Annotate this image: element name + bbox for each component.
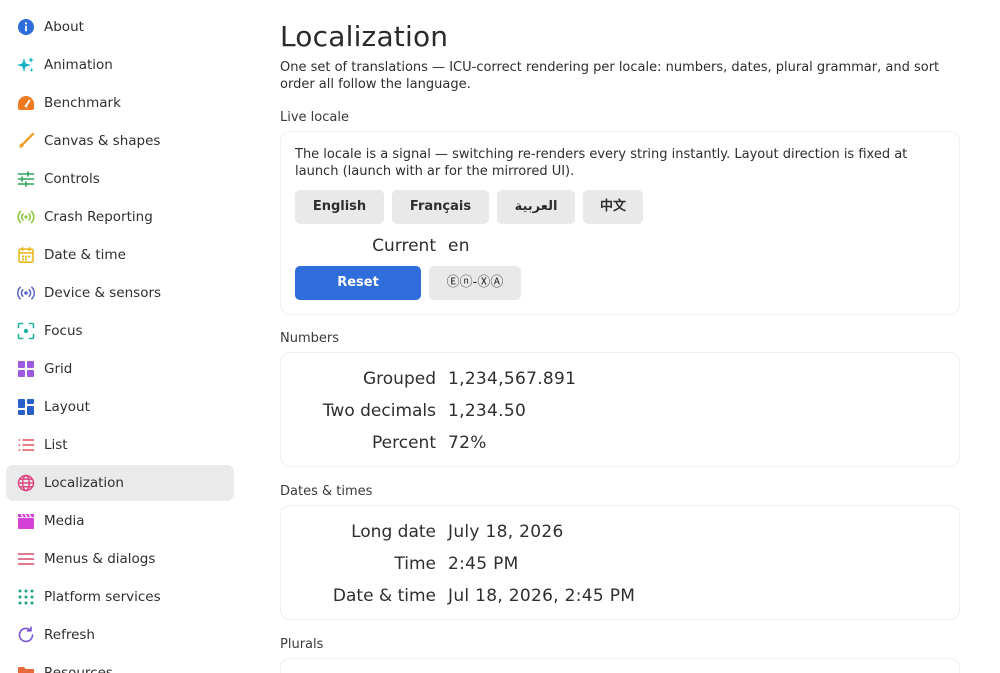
- sparkle-icon: [17, 56, 35, 74]
- plurals-card: [280, 658, 960, 673]
- list-icon: [17, 436, 35, 454]
- sidebar-item-grid[interactable]: Grid: [6, 351, 234, 387]
- focus-icon: [17, 322, 35, 340]
- clapperboard-icon: [17, 512, 35, 530]
- sidebar-item-refresh[interactable]: Refresh: [6, 617, 234, 653]
- sidebar-item-device-sensors[interactable]: Device & sensors: [6, 275, 234, 311]
- sidebar: About Animation Benchmark Canvas & shape…: [0, 0, 240, 673]
- two-decimals-label: Two decimals: [322, 401, 436, 421]
- sidebar-item-label: Focus: [44, 323, 83, 339]
- sidebar-item-label: Layout: [44, 399, 90, 415]
- sidebar-item-media[interactable]: Media: [6, 503, 234, 539]
- sidebar-item-animation[interactable]: Animation: [6, 47, 234, 83]
- sidebar-item-label: Controls: [44, 171, 100, 187]
- layout-icon: [17, 398, 35, 416]
- time-label: Time: [394, 554, 436, 574]
- sidebar-item-benchmark[interactable]: Benchmark: [6, 85, 234, 121]
- sidebar-item-date-time[interactable]: Date & time: [6, 237, 234, 273]
- sidebar-item-label: Device & sensors: [44, 285, 162, 301]
- refresh-icon: [17, 626, 35, 644]
- sidebar-item-label: Localization: [44, 475, 124, 491]
- dots-grid-icon: [17, 588, 35, 606]
- sidebar-item-label: Resources: [44, 665, 113, 673]
- sidebar-item-label: Media: [44, 513, 85, 529]
- sidebar-item-label: Benchmark: [44, 95, 121, 111]
- sensor-icon: [17, 284, 35, 302]
- percent-label: Percent: [372, 433, 436, 453]
- sidebar-item-canvas-shapes[interactable]: Canvas & shapes: [6, 123, 234, 159]
- sidebar-item-platform-services[interactable]: Platform services: [6, 579, 234, 615]
- sidebar-item-layout[interactable]: Layout: [6, 389, 234, 425]
- sidebar-item-about[interactable]: About: [6, 9, 234, 45]
- page-subtitle: One set of translations — ICU-correct re…: [280, 60, 940, 92]
- numbers-card: Grouped 1,234,567.891 Two decimals 1,234…: [280, 352, 960, 467]
- numbers-section-label: Numbers: [280, 331, 339, 346]
- globe-icon: [17, 474, 35, 492]
- sidebar-item-focus[interactable]: Focus: [6, 313, 234, 349]
- brush-icon: [17, 132, 35, 150]
- main-content: Localization One set of translations — I…: [280, 0, 960, 673]
- language-button-arabic[interactable]: العربية: [497, 190, 575, 224]
- sliders-icon: [17, 170, 35, 188]
- sidebar-item-controls[interactable]: Controls: [6, 161, 234, 197]
- live-locale-section-label: Live locale: [280, 110, 349, 125]
- grouped-value: 1,234,567.891: [448, 369, 577, 389]
- sidebar-item-label: Canvas & shapes: [44, 133, 161, 149]
- sidebar-item-label: Refresh: [44, 627, 95, 643]
- sidebar-item-label: Menus & dialogs: [44, 551, 156, 567]
- grid-icon: [17, 360, 35, 378]
- current-locale-label: Current: [372, 236, 436, 256]
- long-date-value: July 18, 2026: [448, 522, 564, 542]
- language-button-chinese[interactable]: 中文: [583, 190, 643, 224]
- live-locale-card: The locale is a signal — switching re-re…: [280, 131, 960, 315]
- sidebar-item-label: Date & time: [44, 247, 126, 263]
- info-icon: [17, 18, 35, 36]
- dates-section-label: Dates & times: [280, 484, 373, 499]
- sidebar-item-menus-dialogs[interactable]: Menus & dialogs: [6, 541, 234, 577]
- speedometer-icon: [17, 94, 35, 112]
- sidebar-item-label: Grid: [44, 361, 73, 377]
- folder-icon: [17, 664, 35, 673]
- sidebar-item-label: About: [44, 19, 84, 35]
- calendar-icon: [17, 246, 35, 264]
- live-locale-description: The locale is a signal — switching re-re…: [295, 147, 908, 179]
- sidebar-item-label: Crash Reporting: [44, 209, 153, 225]
- page-title: Localization: [280, 20, 449, 53]
- sidebar-item-crash-reporting[interactable]: Crash Reporting: [6, 199, 234, 235]
- pseudo-locale-button[interactable]: Ⓔⓝ-ⓍⒶ: [429, 266, 521, 300]
- current-locale-value: en: [448, 236, 470, 256]
- time-value: 2:45 PM: [448, 554, 519, 574]
- sidebar-item-label: Animation: [44, 57, 113, 73]
- sidebar-item-resources[interactable]: Resources: [6, 655, 234, 673]
- two-decimals-value: 1,234.50: [448, 401, 527, 421]
- dates-card: Long date July 18, 2026 Time 2:45 PM Dat…: [280, 505, 960, 620]
- language-button-francais[interactable]: Français: [392, 190, 489, 224]
- sidebar-item-label: List: [44, 437, 68, 453]
- broadcast-icon: [17, 208, 35, 226]
- date-time-value: Jul 18, 2026, 2:45 PM: [448, 586, 636, 606]
- sidebar-item-localization[interactable]: Localization: [6, 465, 234, 501]
- percent-value: 72%: [448, 433, 487, 453]
- long-date-label: Long date: [351, 522, 436, 542]
- menu-icon: [17, 550, 35, 568]
- date-time-label: Date & time: [332, 586, 436, 606]
- reset-button[interactable]: Reset: [295, 266, 421, 300]
- grouped-label: Grouped: [362, 369, 436, 389]
- sidebar-item-list[interactable]: List: [6, 427, 234, 463]
- language-button-english[interactable]: English: [295, 190, 384, 224]
- sidebar-item-label: Platform services: [44, 589, 161, 605]
- plurals-section-label: Plurals: [280, 637, 324, 652]
